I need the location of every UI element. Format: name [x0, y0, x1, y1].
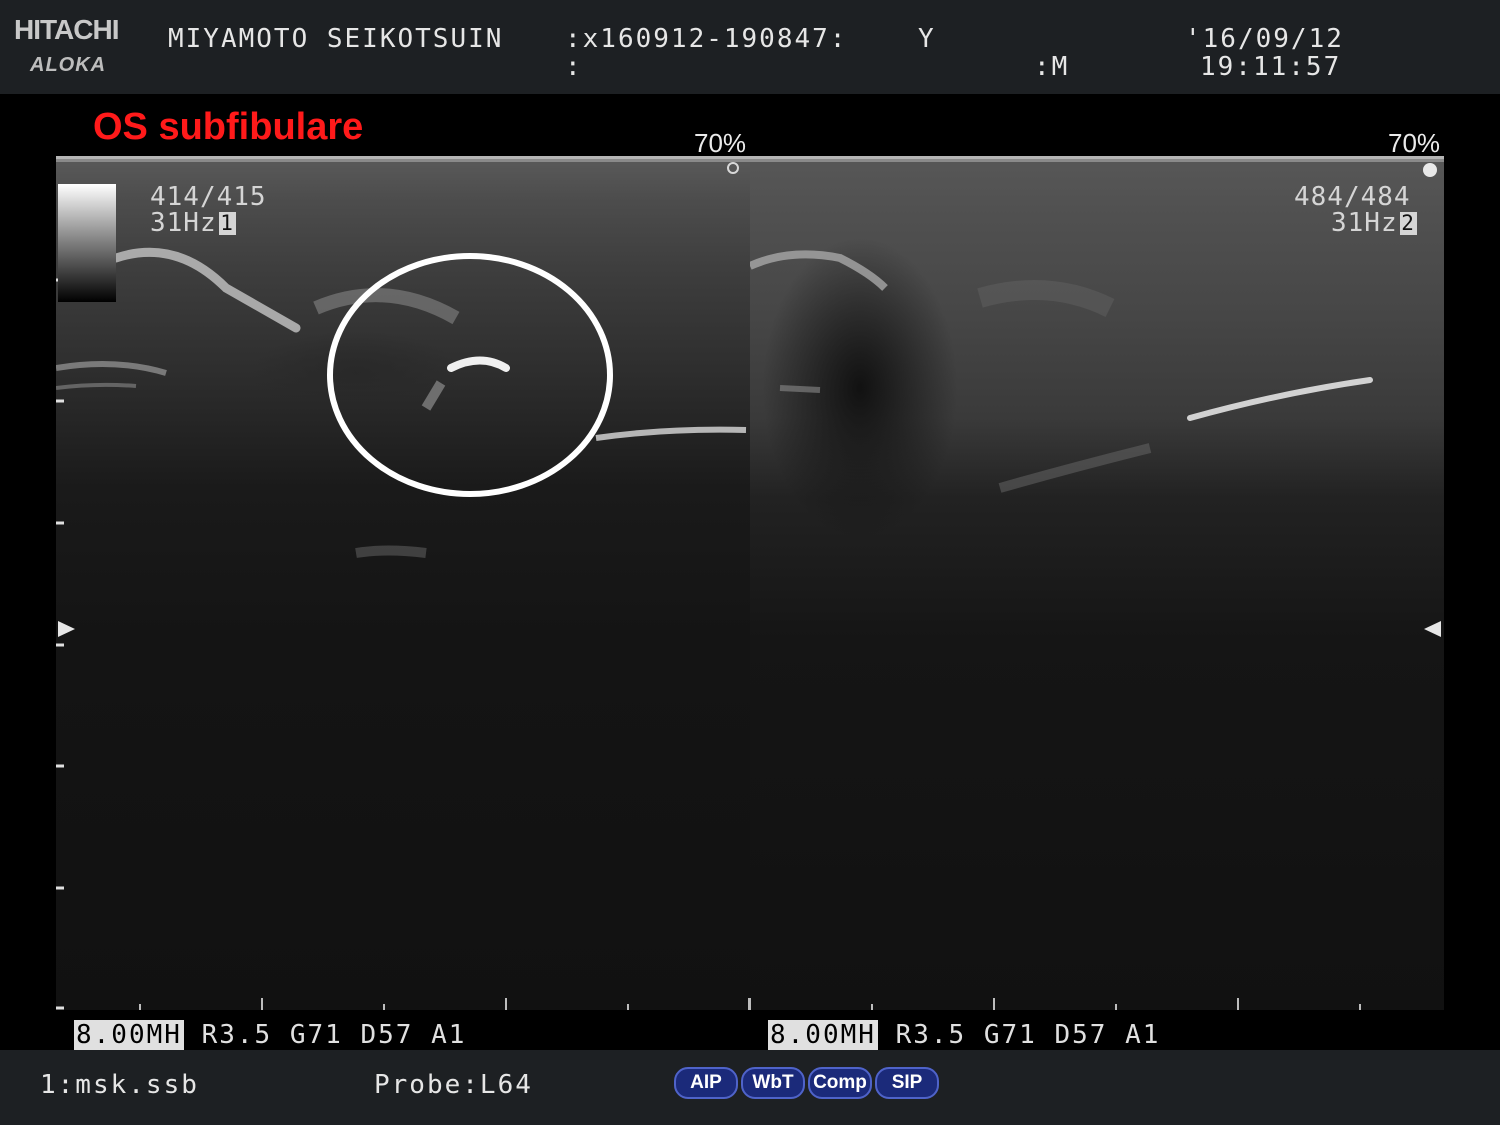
exam-date: '16/09/12 — [1185, 24, 1344, 54]
annotation-title: OS subfibulare — [93, 106, 364, 148]
focus-marker-filled-icon — [1423, 163, 1437, 177]
brand-logo: HITACHI — [14, 14, 119, 45]
panel-1-settings: R3.5 G71 D57 A1 — [183, 1020, 467, 1050]
ultrasound-panel-2[interactable] — [750, 158, 1444, 1010]
age-field: Y — [918, 24, 936, 54]
panel-top-divider — [56, 156, 1444, 159]
panel-2-rate: 31Hz — [1331, 208, 1398, 238]
panel-2-gain: 70% — [1388, 128, 1441, 158]
ultrasound-image-2 — [750, 158, 1444, 1010]
comp-button[interactable]: Comp — [808, 1067, 872, 1099]
focus-marker-icon — [727, 162, 739, 174]
panel-2-settings: R3.5 G71 D57 A1 — [877, 1020, 1161, 1050]
exam-time: 19:11:57 — [1200, 52, 1342, 82]
grayscale-bar — [58, 184, 116, 302]
panel-1-rate: 31Hz — [150, 208, 217, 238]
panel-2-frequency: 8.00MH — [768, 1020, 878, 1050]
panel-2-params: 8.00MH R3.5 G71 D57 A1 — [768, 1020, 1160, 1050]
panel-1-frequency: 8.00MH — [74, 1020, 184, 1050]
panel-2-frame-rate: 31Hz 2 — [1331, 208, 1417, 238]
aip-button[interactable]: AIP — [674, 1067, 738, 1099]
sub-brand-logo: ALOKA — [30, 54, 107, 76]
wbt-button[interactable]: WbT — [741, 1067, 805, 1099]
panel-1-frame-rate: 31Hz 1 — [150, 208, 236, 238]
probe-label: Probe:L64 — [374, 1070, 533, 1100]
preset-name: 1:msk.ssb — [40, 1070, 199, 1100]
patient-id: :x160912-190847: — [565, 24, 848, 54]
depth-marker-left-icon — [58, 621, 75, 637]
institution-name: MIYAMOTO SEIKOTSUIN — [168, 24, 504, 54]
header-bar: HITACHI ALOKA MIYAMOTO SEIKOTSUIN :x1609… — [0, 0, 1500, 94]
panel-1-gain: 70% — [694, 128, 747, 158]
lesion-circle — [327, 253, 613, 497]
patient-name-field: : — [565, 52, 583, 82]
sex-field: :M — [1034, 52, 1070, 82]
panel-2-number: 2 — [1399, 211, 1417, 235]
panel-1-number: 1 — [218, 211, 236, 235]
ultrasound-panel-1[interactable] — [56, 158, 750, 1010]
sip-button[interactable]: SIP — [875, 1067, 939, 1099]
panel-1-params: 8.00MH R3.5 G71 D57 A1 — [74, 1020, 466, 1050]
ultrasound-image-1 — [56, 158, 750, 1010]
depth-marker-right-icon — [1424, 621, 1441, 637]
